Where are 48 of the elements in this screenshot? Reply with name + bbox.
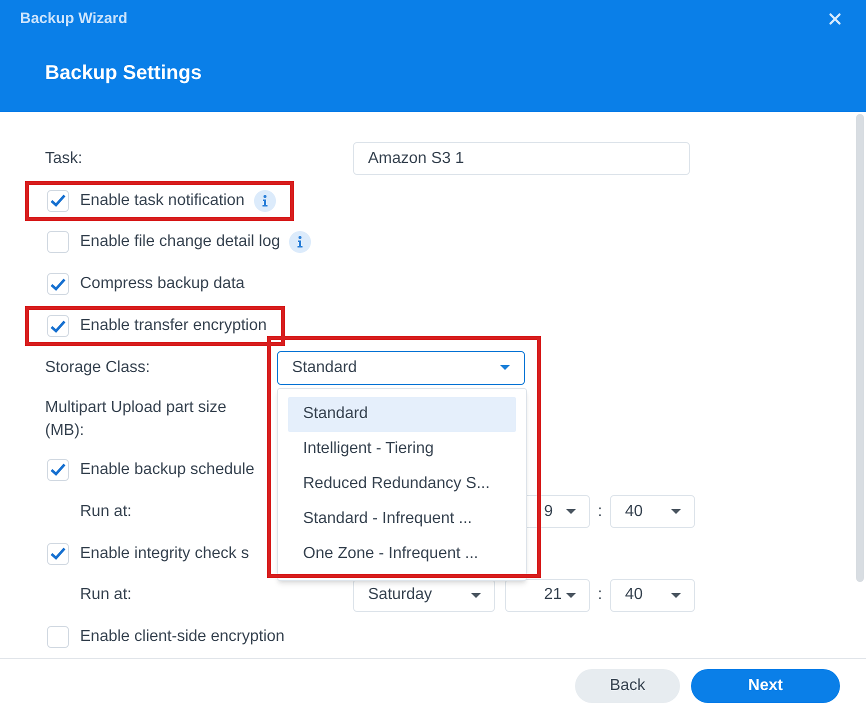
dropdown-option[interactable]: One Zone - Infrequent ...	[288, 536, 516, 572]
hour-select[interactable]: 21	[505, 578, 590, 612]
checkbox-label: Enable transfer encryption	[80, 316, 267, 336]
checkbox-label: Enable client-side encryption	[80, 627, 285, 648]
checkbox[interactable]	[47, 542, 69, 565]
field-label: Run at:	[80, 585, 132, 606]
checkbox[interactable]	[47, 273, 69, 296]
dropdown-option[interactable]: Standard	[288, 396, 516, 432]
field-label: Task:	[45, 148, 84, 169]
next-button[interactable]: Next	[691, 669, 840, 703]
checkbox-label: Enable integrity check s	[80, 544, 249, 564]
info-icon[interactable]	[289, 231, 312, 254]
storage-class-select[interactable]: Standard	[277, 350, 525, 385]
check-icon	[50, 547, 66, 560]
window-title: Backup Wizard	[20, 8, 128, 29]
minute-select[interactable]: 40	[610, 495, 695, 528]
dropdown-option[interactable]: Intelligent - Tiering	[288, 432, 516, 467]
back-button[interactable]: Back	[575, 669, 680, 703]
time-separator: :	[596, 502, 604, 522]
caret-icon	[565, 592, 577, 599]
time-separator: :	[596, 585, 604, 606]
checkbox-label: Enable file change detail log	[80, 232, 280, 252]
field-label: Storage Class:	[45, 358, 151, 378]
checkbox[interactable]	[47, 626, 69, 648]
check-icon	[50, 194, 66, 208]
caret-icon	[565, 508, 577, 516]
page-title: Backup Settings	[45, 61, 202, 86]
checkbox[interactable]	[47, 458, 69, 481]
checkbox[interactable]	[47, 190, 69, 212]
caret-icon	[470, 592, 482, 599]
checkbox-label: Enable backup schedule	[80, 460, 254, 480]
checkbox[interactable]	[47, 315, 69, 338]
checkbox[interactable]	[47, 231, 69, 254]
minute-select[interactable]: 40	[610, 578, 695, 612]
scrollbar[interactable]	[856, 114, 864, 582]
task-name-field[interactable]: Amazon S3 1	[353, 142, 690, 176]
caret-icon	[670, 592, 682, 599]
caret-icon	[499, 364, 511, 372]
field-label: Multipart Upload part size (MB):	[45, 398, 228, 441]
field-label: Run at:	[80, 502, 132, 522]
check-icon	[50, 278, 66, 291]
caret-icon	[670, 508, 682, 516]
checkbox-label: Compress backup data	[80, 274, 245, 294]
check-icon	[50, 320, 66, 333]
info-icon[interactable]	[254, 190, 276, 212]
check-icon	[50, 463, 66, 476]
day-select[interactable]: Saturday	[353, 578, 495, 612]
checkbox-label: Enable task notification	[80, 190, 245, 211]
